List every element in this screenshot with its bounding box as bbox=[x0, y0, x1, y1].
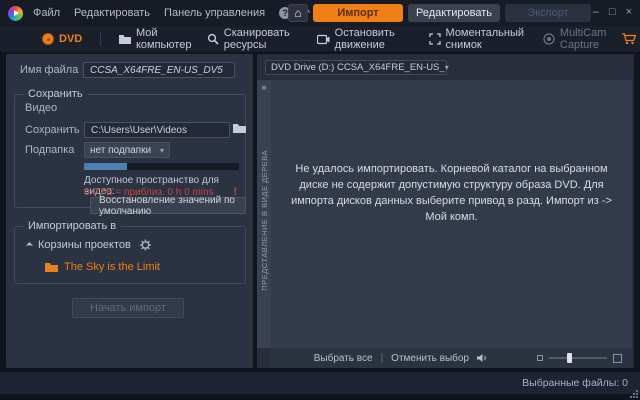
browse-folder-icon[interactable] bbox=[233, 123, 246, 134]
project-bins-node[interactable]: Корзины проектов bbox=[27, 239, 152, 251]
window-controls: – □ × bbox=[593, 5, 632, 19]
search-icon bbox=[207, 33, 219, 45]
import-error-message: Не удалось импортировать. Корневой катал… bbox=[285, 162, 617, 226]
tab-my-computer-label: Мой компьютер bbox=[136, 27, 191, 51]
bin-item-label: The Sky is the Limit bbox=[64, 261, 160, 273]
menu-edit[interactable]: Редактировать bbox=[74, 7, 150, 19]
save-group: Сохранить Видео Сохранить C:\Users\User\… bbox=[14, 94, 246, 208]
resize-grip[interactable] bbox=[630, 390, 638, 398]
tab-multicam-label: MultiCam Capture bbox=[560, 27, 615, 51]
maximize-button[interactable]: □ bbox=[609, 5, 616, 19]
subfolder-label: Подпапка bbox=[25, 144, 74, 156]
status-bar: Выбранные файлы: 0 bbox=[0, 372, 640, 394]
restore-defaults-button[interactable]: Восстановление значений по умолчанию bbox=[90, 197, 246, 214]
import-source-tabs: DVD Мой компьютер Сканировать ресурсы Ос… bbox=[0, 26, 640, 52]
tab-scan-assets-label: Сканировать ресурсы bbox=[224, 27, 302, 51]
tab-my-computer[interactable]: Мой компьютер bbox=[115, 26, 195, 52]
dvd-disc-icon bbox=[42, 33, 54, 45]
camera-icon bbox=[317, 34, 330, 45]
save-path-input[interactable]: C:\Users\User\Videos bbox=[84, 122, 230, 138]
bin-item-the-sky-is-the-limit[interactable]: The Sky is the Limit bbox=[45, 261, 160, 273]
start-import-button[interactable]: Начать импорт bbox=[72, 298, 184, 318]
selected-files-count: Выбранные файлы: 0 bbox=[522, 377, 628, 389]
tree-view-strip[interactable]: » ПРЕДСТАВЛЕНИЕ В ВИДЕ ДЕРЕВА bbox=[257, 80, 271, 348]
media-browser-panel: DVD Drive (D:) CCSA_X64FRE_EN-US_ ▾ » ПР… bbox=[257, 54, 634, 368]
save-group-legend: Сохранить bbox=[23, 88, 88, 100]
app-logo-icon bbox=[8, 6, 23, 21]
subfolder-value: нет подпапки bbox=[90, 145, 151, 156]
import-to-group: Импортировать в Корзины проектов The Sky bbox=[14, 226, 246, 284]
manage-bins-gear-icon[interactable] bbox=[139, 239, 152, 251]
filename-label: Имя файла bbox=[20, 64, 78, 76]
menu-file[interactable]: Файл bbox=[33, 7, 60, 19]
tab-dvd[interactable]: DVD bbox=[38, 26, 86, 52]
project-bins-label: Корзины проектов bbox=[38, 239, 131, 251]
drive-select[interactable]: DVD Drive (D:) CCSA_X64FRE_EN-US_ ▾ bbox=[265, 60, 447, 75]
tree-view-label: ПРЕДСТАВЛЕНИЕ В ВИДЕ ДЕРЕВА bbox=[260, 150, 269, 291]
import-mode-button[interactable]: Импорт bbox=[313, 4, 403, 22]
export-mode-button[interactable]: Экспорт bbox=[505, 4, 591, 22]
app-window: Файл Редактировать Панель управления ? ↶… bbox=[0, 0, 640, 400]
subfolder-select[interactable]: нет подпапки ▾ bbox=[84, 142, 170, 158]
thumbnail-zoom-slider[interactable] bbox=[537, 354, 622, 363]
speaker-icon[interactable] bbox=[477, 353, 489, 363]
folder-icon bbox=[119, 34, 131, 45]
zoom-slider-handle[interactable] bbox=[567, 353, 572, 363]
drive-select-value: DVD Drive (D:) CCSA_X64FRE_EN-US_ bbox=[271, 62, 445, 73]
tab-stop-motion[interactable]: Остановить движение bbox=[313, 26, 418, 52]
title-bar: Файл Редактировать Панель управления ? ↶… bbox=[0, 0, 640, 26]
disk-space-bar bbox=[84, 163, 239, 170]
snapshot-brackets-icon bbox=[429, 33, 441, 45]
edit-mode-button[interactable]: Редактировать bbox=[408, 4, 500, 22]
menu-control-panel[interactable]: Панель управления bbox=[164, 7, 265, 19]
tab-separator bbox=[100, 32, 101, 46]
tab-scan-assets[interactable]: Сканировать ресурсы bbox=[203, 26, 306, 52]
cart-icon[interactable] bbox=[622, 33, 636, 45]
mode-switcher: ⌂ Импорт Редактировать Экспорт bbox=[288, 4, 591, 22]
tab-snapshot-label: Моментальный снимок bbox=[446, 27, 528, 51]
bin-folder-icon bbox=[45, 262, 58, 273]
chevron-down-icon: ▾ bbox=[160, 146, 164, 155]
tab-stop-motion-label: Остановить движение bbox=[335, 27, 414, 51]
home-button[interactable]: ⌂ bbox=[288, 4, 308, 22]
deselect-all-link[interactable]: Отменить выбор bbox=[391, 353, 469, 364]
media-content-area: Не удалось импортировать. Корневой катал… bbox=[271, 80, 632, 348]
chevron-down-icon: ▾ bbox=[445, 63, 449, 72]
tab-multicam-capture[interactable]: MultiCam Capture bbox=[539, 26, 640, 52]
video-label: Видео bbox=[25, 102, 57, 114]
save-to-label: Сохранить bbox=[25, 124, 80, 136]
import-settings-panel: Имя файла CCSA_X64FRE_EN-US_DV5 Сохранит… bbox=[6, 54, 253, 368]
minimize-button[interactable]: – bbox=[593, 5, 599, 19]
selection-toolbar: Выбрать все | Отменить выбор bbox=[271, 348, 632, 368]
import-to-legend: Импортировать в bbox=[23, 220, 121, 232]
filename-input[interactable]: CCSA_X64FRE_EN-US_DV5 bbox=[83, 62, 235, 78]
expand-arrow-icon[interactable] bbox=[26, 241, 33, 248]
zoom-slider-track[interactable] bbox=[549, 357, 607, 359]
zoom-out-icon[interactable] bbox=[537, 355, 543, 361]
tab-dvd-label: DVD bbox=[59, 33, 82, 45]
disk-space-bar-fill bbox=[84, 163, 127, 170]
close-button[interactable]: × bbox=[626, 5, 632, 19]
expand-tree-icon[interactable]: » bbox=[261, 82, 266, 92]
lens-icon bbox=[543, 33, 555, 45]
link-separator: | bbox=[381, 353, 384, 364]
tab-snapshot[interactable]: Моментальный снимок bbox=[425, 26, 532, 52]
select-all-link[interactable]: Выбрать все bbox=[314, 353, 373, 364]
zoom-in-icon[interactable] bbox=[613, 354, 622, 363]
